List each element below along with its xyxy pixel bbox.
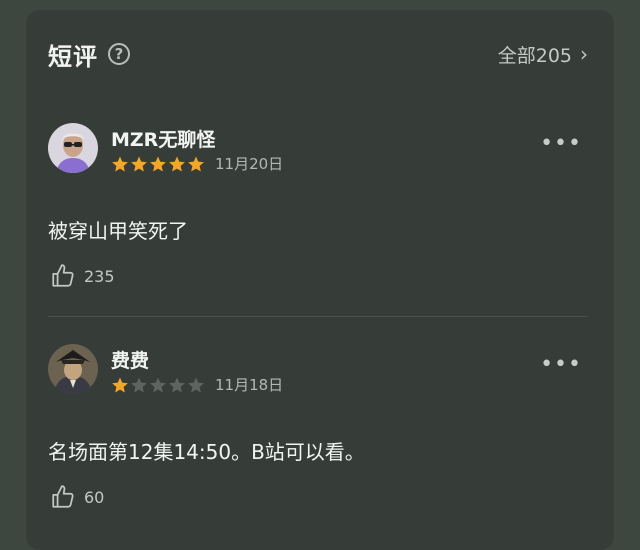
star-rating: [111, 155, 205, 173]
star-icon: [131, 156, 147, 171]
like-count: 235: [84, 266, 115, 286]
like-count: 60: [84, 487, 105, 507]
star-icon: [169, 377, 185, 392]
star-icon: [131, 377, 147, 392]
star-icon: [188, 377, 204, 392]
divider: [48, 316, 588, 317]
like-button[interactable]: 60: [50, 484, 104, 510]
view-all-link[interactable]: 全部205 ›: [498, 41, 588, 68]
star-icon: [169, 156, 185, 171]
like-button[interactable]: 235: [50, 263, 115, 289]
avatar[interactable]: [48, 123, 98, 173]
section-title: 短评: [48, 42, 98, 71]
short-reviews-card: 短评 ? 全部205 › MZR无聊怪 11月20日 ••• 被穿山甲笑死了 2…: [26, 10, 614, 550]
review-text: 被穿山甲笑死了: [48, 219, 188, 243]
more-options-icon[interactable]: •••: [540, 133, 582, 155]
more-options-icon[interactable]: •••: [540, 354, 582, 376]
review-text: 名场面第12集14:50。B站可以看。: [48, 440, 365, 464]
review-meta: 11月18日: [111, 374, 283, 395]
star-icon: [150, 156, 166, 171]
title-wrap: 短评 ?: [48, 37, 130, 72]
avatar[interactable]: [48, 344, 98, 394]
review-meta: 11月20日: [111, 153, 283, 174]
thumbs-up-icon: [52, 264, 74, 287]
thumbs-up-icon: [52, 485, 74, 508]
reviewer-name[interactable]: 费费: [111, 346, 149, 373]
star-icon: [112, 156, 128, 171]
help-circle-icon[interactable]: ?: [108, 43, 130, 65]
review-date: 11月20日: [215, 155, 284, 173]
star-icon: [188, 156, 204, 171]
section-header: 短评 ? 全部205 ›: [48, 36, 588, 72]
star-icon: [150, 377, 166, 392]
chevron-right-icon: ›: [580, 42, 588, 66]
star-rating: [111, 376, 205, 394]
reviewer-name[interactable]: MZR无聊怪: [111, 125, 215, 152]
view-all-label: 全部205: [497, 44, 572, 67]
review-date: 11月18日: [215, 376, 284, 394]
star-icon: [112, 377, 128, 392]
